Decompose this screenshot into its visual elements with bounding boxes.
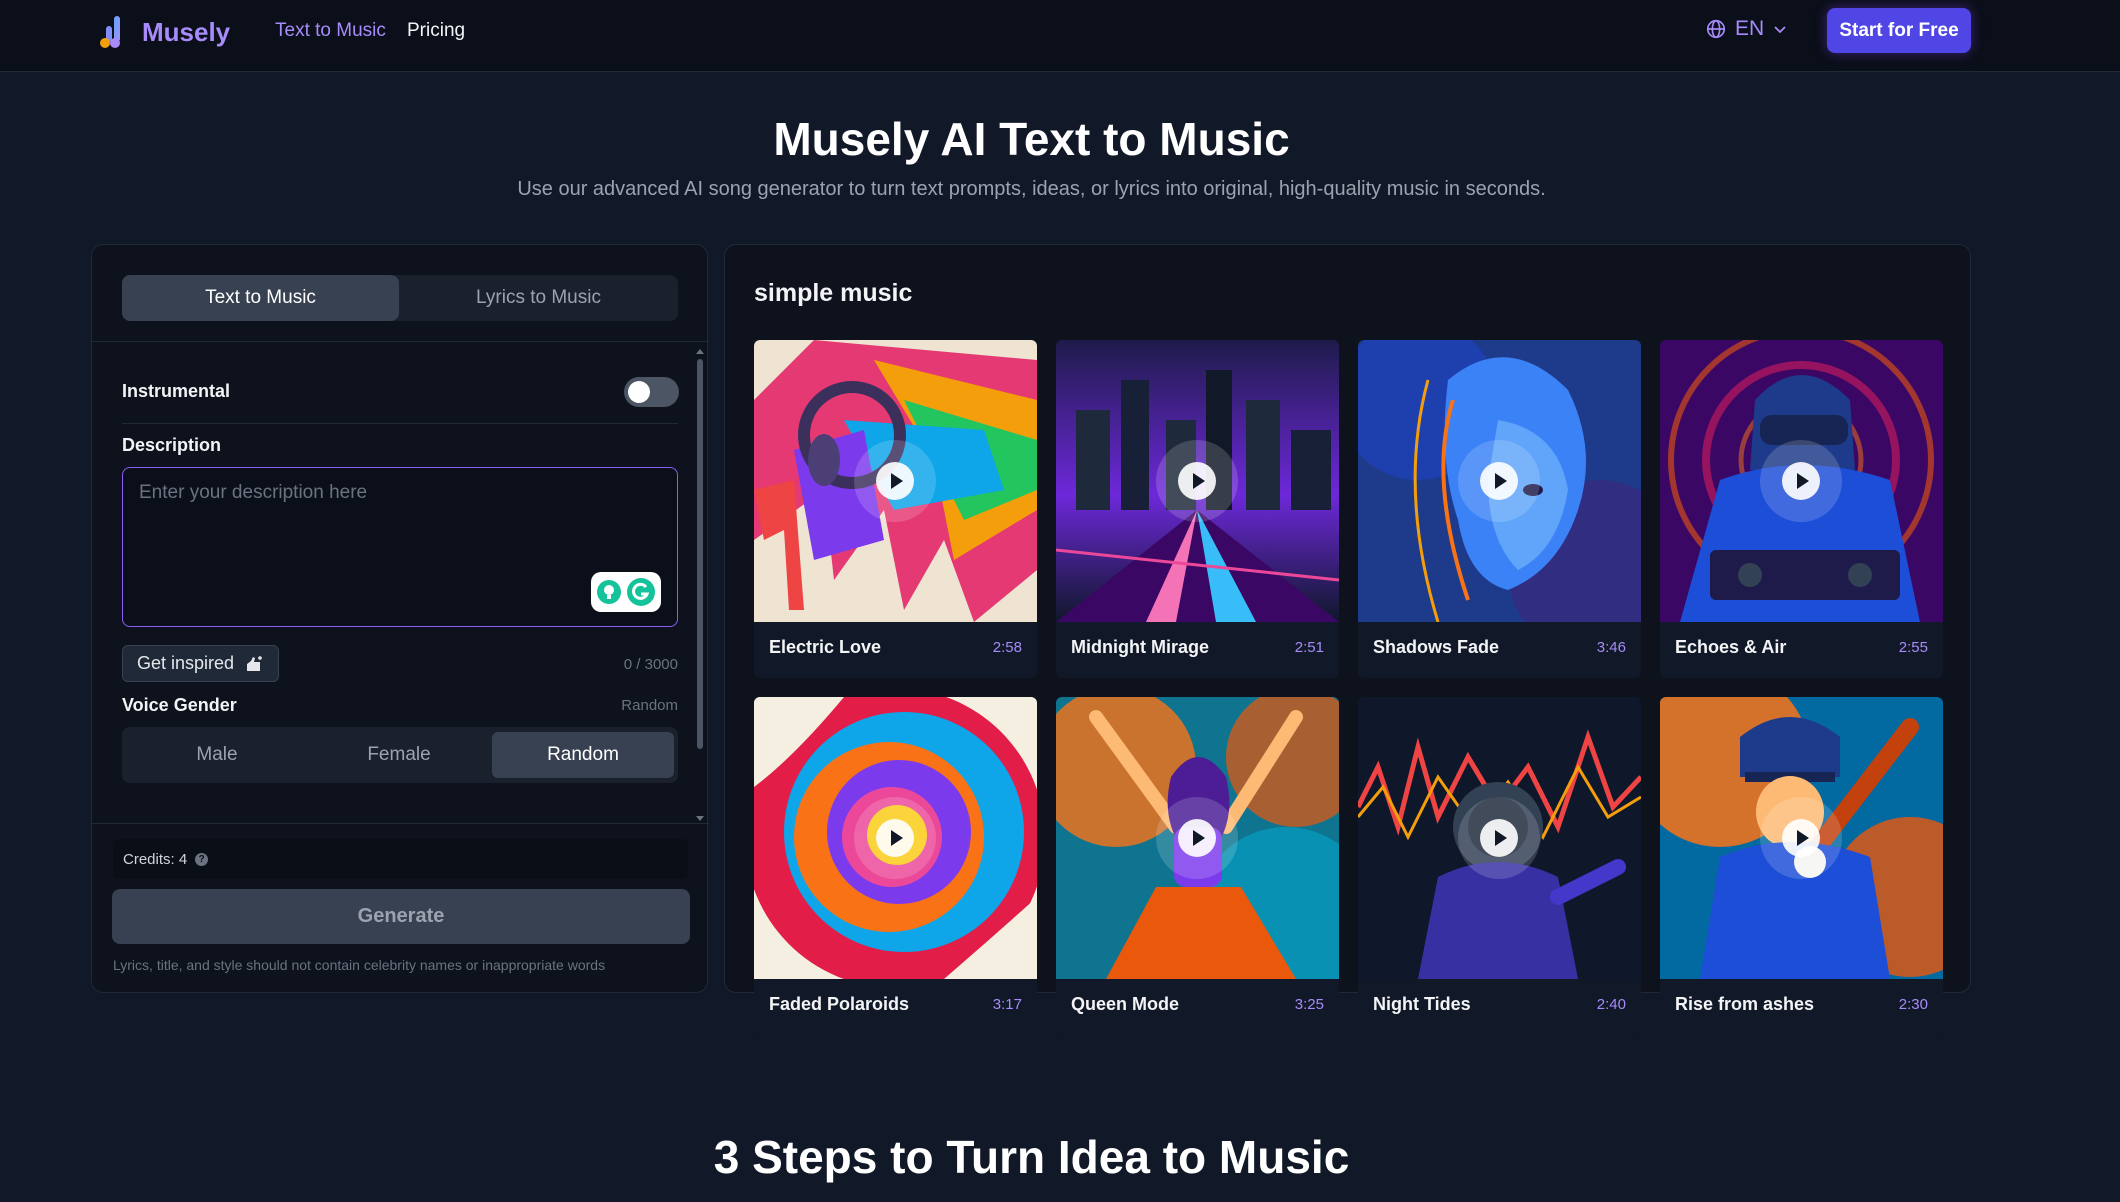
generate-button[interactable]: Generate xyxy=(112,889,690,944)
track-card[interactable]: Echoes & Air 2:55 xyxy=(1660,340,1943,678)
play-button[interactable] xyxy=(1178,819,1216,857)
track-card[interactable]: Shadows Fade 3:46 xyxy=(1358,340,1641,678)
steps-heading: 3 Steps to Turn Idea to Music xyxy=(713,1131,1350,1183)
scroll-down-arrow[interactable] xyxy=(696,816,704,821)
track-duration: 2:55 xyxy=(1898,639,1928,656)
toggle-knob xyxy=(628,381,650,403)
get-inspired-button[interactable]: Get inspired xyxy=(122,645,279,682)
play-button[interactable] xyxy=(876,462,914,500)
track-card[interactable]: Midnight Mirage 2:51 xyxy=(1056,340,1339,678)
gender-option-male[interactable]: Male xyxy=(126,732,308,778)
track-title: Queen Mode xyxy=(1071,994,1180,1014)
nav-link-text-to-music[interactable]: Text to Music xyxy=(275,20,386,42)
play-button[interactable] xyxy=(1782,462,1820,500)
scroll-thumb[interactable] xyxy=(697,359,703,749)
track-title: Electric Love xyxy=(769,637,882,657)
get-inspired-label: Get inspired xyxy=(136,653,235,673)
page-title: Musely AI Text to Music xyxy=(773,113,1290,165)
play-button[interactable] xyxy=(1480,462,1518,500)
track-card[interactable]: Electric Love 2:58 xyxy=(754,340,1037,678)
track-card[interactable]: Queen Mode 3:25 xyxy=(1056,697,1339,1035)
brand-name: Musely xyxy=(142,16,231,47)
track-title: Night Tides xyxy=(1373,994,1471,1014)
track-duration: 2:58 xyxy=(992,639,1022,656)
voice-gender-label: Voice Gender xyxy=(122,695,237,715)
track-duration: 3:17 xyxy=(992,996,1022,1013)
play-button[interactable] xyxy=(876,819,914,857)
track-title: Midnight Mirage xyxy=(1071,637,1209,657)
brand-logo[interactable]: Musely xyxy=(96,12,230,52)
track-card[interactable]: Rise from ashes 2:30 xyxy=(1660,697,1943,1035)
play-button[interactable] xyxy=(1178,462,1216,500)
chevron-down-icon xyxy=(1774,26,1786,34)
instrumental-label: Instrumental xyxy=(122,381,231,401)
grammarly-icon xyxy=(627,578,655,606)
track-title: Echoes & Air xyxy=(1675,637,1787,657)
language-label: EN xyxy=(1735,17,1765,40)
scroll-up-arrow[interactable] xyxy=(696,349,704,354)
divider xyxy=(92,341,709,342)
tab-text-to-music[interactable]: Text to Music xyxy=(122,275,399,321)
divider xyxy=(92,823,709,824)
language-selector[interactable]: EN xyxy=(1705,17,1788,41)
track-card[interactable]: Night Tides 2:40 xyxy=(1358,697,1641,1035)
divider xyxy=(122,423,678,424)
content-disclaimer: Lyrics, title, and style should not cont… xyxy=(113,957,606,973)
play-button[interactable] xyxy=(1782,819,1820,857)
credits-label: Credits: 4 xyxy=(123,850,188,868)
generator-panel: Text to Music Lyrics to Music Instrument… xyxy=(91,244,709,993)
grammarly-widget[interactable] xyxy=(591,572,661,612)
start-for-free-button[interactable]: Start for Free xyxy=(1827,8,1971,53)
panel-scrollbar[interactable] xyxy=(694,349,706,821)
gender-option-female[interactable]: Female xyxy=(308,732,490,778)
track-duration: 2:40 xyxy=(1596,996,1626,1013)
track-title: Shadows Fade xyxy=(1373,637,1500,657)
track-card[interactable]: Faded Polaroids 3:17 xyxy=(754,697,1037,1035)
credits-display: Credits: 4 ? xyxy=(113,839,688,879)
play-button[interactable] xyxy=(1480,819,1518,857)
nav-link-pricing[interactable]: Pricing xyxy=(407,20,465,42)
bulb-icon xyxy=(597,580,621,604)
track-duration: 3:25 xyxy=(1294,996,1324,1013)
track-duration: 2:51 xyxy=(1294,639,1324,656)
top-nav: Musely Text to Music Pricing EN Start fo… xyxy=(0,0,2120,72)
description-field[interactable] xyxy=(122,467,678,627)
gender-option-random[interactable]: Random xyxy=(492,732,674,778)
character-counter: 0 / 3000 xyxy=(623,656,678,673)
description-label: Description xyxy=(122,435,222,455)
track-duration: 3:46 xyxy=(1596,639,1626,656)
tab-lyrics-to-music[interactable]: Lyrics to Music xyxy=(399,275,678,321)
instrumental-toggle[interactable] xyxy=(624,377,679,407)
globe-icon xyxy=(1706,19,1726,39)
gallery-title: simple music xyxy=(754,279,913,307)
info-icon[interactable]: ? xyxy=(195,852,209,866)
track-duration: 2:30 xyxy=(1898,996,1928,1013)
music-gallery: simple music Electric Love 2:58 Midnight… xyxy=(724,244,1971,1035)
voice-gender-selector: Male Female Random xyxy=(122,727,678,783)
sparkle-hand-icon xyxy=(247,655,262,671)
voice-gender-value: Random xyxy=(621,697,678,714)
track-title: Faded Polaroids xyxy=(769,994,910,1014)
musely-logo-icon xyxy=(100,16,120,48)
track-title: Rise from ashes xyxy=(1675,994,1815,1014)
mode-tabs: Text to Music Lyrics to Music xyxy=(122,275,678,321)
page-subtitle: Use our advanced AI song generator to tu… xyxy=(517,178,1546,200)
